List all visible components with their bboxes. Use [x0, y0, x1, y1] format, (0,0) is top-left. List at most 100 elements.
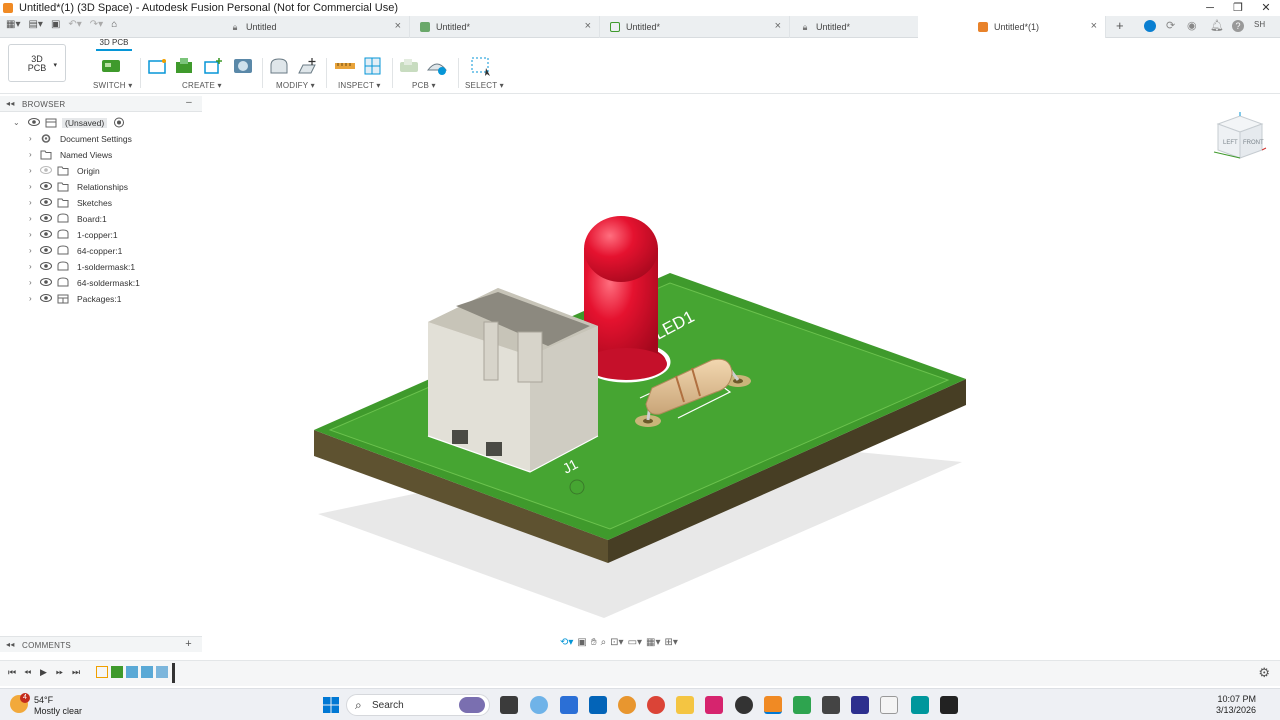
expand-arrow-icon[interactable]: ›	[29, 214, 32, 223]
pan-icon[interactable]: ✋︎	[591, 637, 597, 648]
fusion-taskbar-icon[interactable]	[764, 696, 782, 714]
visibility-eye-icon[interactable]	[40, 197, 52, 207]
collapse-comments-icon[interactable]: ◂◂	[6, 640, 15, 649]
create-hole-icon[interactable]	[232, 56, 254, 76]
minimize-browser-icon[interactable]: –	[186, 97, 192, 108]
app-icon[interactable]	[851, 696, 869, 714]
visibility-eye-icon[interactable]	[40, 245, 52, 255]
browser-item[interactable]: › Origin	[0, 163, 202, 179]
go-to-start-icon[interactable]: ⏮	[8, 667, 16, 678]
select-group-label[interactable]: SELECT ▾	[465, 81, 504, 90]
visibility-eye-icon[interactable]	[40, 277, 52, 287]
browser-item[interactable]: › 1-soldermask:1	[0, 259, 202, 275]
notifications-icon[interactable]: 🔔︎	[1210, 19, 1224, 32]
maximize-button[interactable]: ❐	[1224, 0, 1252, 16]
job-status-icon[interactable]	[1144, 20, 1156, 32]
app-icon[interactable]	[793, 696, 811, 714]
browser-header[interactable]: ◂◂ BROWSER –	[0, 96, 202, 112]
app-icon[interactable]	[735, 696, 753, 714]
visibility-eye-icon[interactable]	[40, 213, 52, 223]
create-component-icon[interactable]	[202, 56, 224, 76]
switch-to-board-icon[interactable]	[100, 56, 122, 76]
browser-item[interactable]: › Sketches	[0, 195, 202, 211]
tab-untitled-1[interactable]: 🔒︎ Untitled ×	[220, 16, 410, 38]
help-icon[interactable]: ?	[1232, 20, 1244, 32]
browser-icon[interactable]	[618, 696, 636, 714]
timeline-body-icon[interactable]	[141, 666, 153, 678]
look-at-icon[interactable]: ▣	[577, 637, 586, 648]
expand-arrow-icon[interactable]: ›	[29, 182, 32, 191]
viewports-icon[interactable]: ⊞▾	[665, 637, 678, 648]
timeline-package-icon[interactable]	[111, 666, 123, 678]
timeline-settings-gear-icon[interactable]: ⚙	[1258, 665, 1270, 681]
outlook-icon[interactable]	[589, 696, 607, 714]
copilot-icon[interactable]	[530, 696, 548, 714]
app-icon[interactable]	[940, 696, 958, 714]
extensions-icon[interactable]: ◉	[1187, 19, 1197, 32]
modify-move-icon[interactable]	[296, 56, 318, 76]
step-back-icon[interactable]: ⏪︎	[24, 667, 31, 678]
tab-untitled-5-active[interactable]: Untitled*(1) ×	[918, 16, 1106, 38]
chrome-icon[interactable]	[647, 696, 665, 714]
visibility-eye-icon[interactable]	[40, 229, 52, 239]
pcb-3d-model[interactable]: LED1 J1	[202, 94, 1280, 654]
expand-arrow-icon[interactable]: ›	[29, 230, 32, 239]
close-window-button[interactable]: ✕	[1252, 0, 1280, 16]
display-settings-icon[interactable]: ▭▾	[628, 637, 642, 648]
expand-arrow-icon[interactable]: ›	[29, 198, 32, 207]
expand-arrow-icon[interactable]: ›	[29, 278, 32, 287]
3d-viewport[interactable]: LED1 J1 LEFT FRONT	[202, 94, 1280, 654]
pcb-group-label[interactable]: PCB ▾	[412, 81, 436, 90]
expand-arrow-icon[interactable]: ›	[29, 166, 32, 175]
windows-start-icon[interactable]	[322, 696, 340, 714]
add-comment-icon[interactable]: +	[185, 638, 192, 650]
zoom-icon[interactable]: ⌕	[601, 637, 607, 648]
app-icon[interactable]	[560, 696, 578, 714]
save-icon[interactable]: ▣	[51, 19, 60, 30]
user-avatar[interactable]: SH	[1254, 20, 1270, 34]
grid-menu-icon[interactable]: ▦▾	[6, 19, 20, 30]
close-tab-icon[interactable]: ×	[1091, 20, 1097, 32]
file-explorer-icon[interactable]	[676, 696, 694, 714]
measure-icon[interactable]	[334, 56, 356, 76]
browser-item[interactable]: › Document Settings	[0, 131, 202, 147]
expand-arrow-icon[interactable]: ›	[29, 294, 32, 303]
push-to-pcb-icon[interactable]	[398, 56, 420, 76]
inspect-group-label[interactable]: INSPECT ▾	[338, 81, 381, 90]
create-package-icon[interactable]	[174, 56, 196, 76]
browser-item[interactable]: › Packages:1	[0, 291, 202, 307]
close-tab-icon[interactable]: ×	[395, 20, 401, 32]
arduino-icon[interactable]	[911, 696, 929, 714]
tab-untitled-2[interactable]: Untitled* ×	[410, 16, 600, 38]
close-tab-icon[interactable]: ×	[775, 20, 781, 32]
browser-root-row[interactable]: ⌄ (Unsaved)	[0, 115, 202, 131]
create-group-label[interactable]: CREATE ▾	[182, 81, 222, 90]
viewcube[interactable]: LEFT FRONT	[1210, 112, 1270, 164]
browser-item[interactable]: › 64-soldermask:1	[0, 275, 202, 291]
close-tab-icon[interactable]: ×	[585, 20, 591, 32]
pcb-settings-icon[interactable]	[426, 56, 448, 76]
hidden-eye-icon[interactable]	[40, 165, 52, 175]
taskbar-search[interactable]: ⌕ Search	[346, 694, 490, 716]
app-icon[interactable]	[880, 696, 898, 714]
comments-panel[interactable]: ◂◂ COMMENTS +	[0, 636, 202, 652]
grid-settings-icon[interactable]: ▦▾	[646, 637, 660, 648]
browser-item[interactable]: › Board:1	[0, 211, 202, 227]
switch-group-label[interactable]: SWITCH ▾	[93, 81, 132, 90]
system-clock[interactable]: 10:07 PM 3/13/2026	[1216, 694, 1256, 716]
expand-arrow-icon[interactable]: ›	[29, 262, 32, 271]
create-sketch-icon[interactable]	[146, 56, 168, 76]
modify-fillet-icon[interactable]	[268, 56, 290, 76]
browser-item[interactable]: › 1-copper:1	[0, 227, 202, 243]
app-icon[interactable]	[822, 696, 840, 714]
new-tab-icon[interactable]: +	[1116, 18, 1124, 33]
expand-arrow-icon[interactable]: ›	[29, 150, 32, 159]
task-view-icon[interactable]	[500, 696, 518, 714]
modify-group-label[interactable]: MODIFY ▾	[276, 81, 315, 90]
redo-icon[interactable]: ↷▾	[90, 19, 103, 30]
expand-arrow-icon[interactable]: ›	[29, 134, 32, 143]
timeline-body-icon[interactable]	[126, 666, 138, 678]
visibility-eye-icon[interactable]	[40, 181, 52, 191]
tab-3d-pcb[interactable]: 3D PCB	[96, 38, 132, 51]
home-icon[interactable]: ⌂	[111, 19, 117, 30]
